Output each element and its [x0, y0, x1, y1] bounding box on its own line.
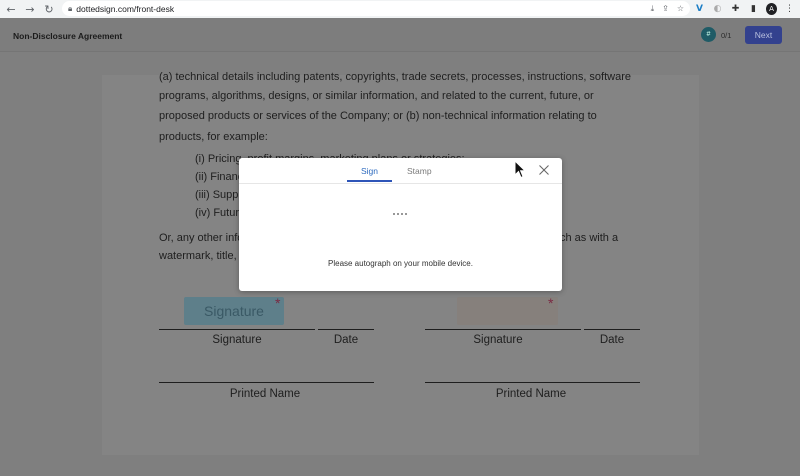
document-text-line: watermark, title, [159, 250, 237, 262]
document-text-line: products, for example: [159, 131, 268, 143]
document-title: Non-Disclosure Agreement [13, 31, 123, 41]
loading-spinner-icon [393, 213, 407, 215]
printed-name-line [425, 382, 640, 383]
next-button[interactable]: Next [745, 26, 782, 44]
install-icon[interactable]: ⤓ [651, 4, 655, 14]
lock-icon: 🔒︎ [68, 3, 73, 13]
document-list-item: (iv) Futur [195, 207, 239, 219]
required-marker: * [548, 295, 554, 311]
puzzle-extensions-icon[interactable]: ✚ [730, 4, 741, 14]
forward-icon[interactable]: → [22, 1, 38, 17]
vuejs-extension-icon[interactable]: V [694, 4, 705, 14]
address-bar-actions: ⤓ ⇪ ☆ [651, 1, 684, 16]
field-progress-count: 0/1 [721, 31, 732, 40]
browser-toolbar: ← → ↻ 🔒︎ dottedsign.com/front-desk ⤓ ⇪ ☆… [0, 0, 800, 18]
sidebar-icon[interactable]: ▮ [748, 4, 759, 14]
browser-menu-icon[interactable]: ⋮ [784, 4, 795, 14]
required-marker: * [275, 295, 281, 311]
signature-field-empty[interactable] [457, 297, 558, 325]
url-text: dottedsign.com/front-desk [76, 3, 175, 14]
document-text-line: programs, algorithms, designs, or simila… [159, 90, 594, 102]
close-icon[interactable] [538, 164, 550, 176]
document-text-line: (a) technical details including patents,… [159, 71, 632, 83]
modal-message: Please autograph on your mobile device. [328, 259, 473, 268]
signature-label: Signature [473, 334, 523, 346]
share-icon[interactable]: ⇪ [662, 4, 669, 13]
date-label: Date [333, 334, 359, 346]
mouse-cursor-icon [514, 160, 526, 179]
extension-icon[interactable]: ◐ [712, 4, 723, 14]
bookmark-star-icon[interactable]: ☆ [677, 4, 684, 13]
signature-label: Signature [212, 334, 262, 346]
printed-name-line [159, 382, 374, 383]
app-header: Non-Disclosure Agreement # 0/1 Next [0, 18, 800, 52]
active-tab-indicator [347, 180, 392, 182]
printed-name-label: Printed Name [495, 388, 567, 400]
reload-icon[interactable]: ↻ [41, 1, 57, 17]
back-icon[interactable]: ← [3, 1, 19, 17]
signature-line [425, 329, 581, 330]
signature-line [159, 329, 315, 330]
date-line [584, 329, 640, 330]
date-label: Date [599, 334, 625, 346]
printed-name-label: Printed Name [229, 388, 301, 400]
tab-stamp[interactable]: Stamp [407, 166, 432, 176]
tab-sign[interactable]: Sign [361, 166, 378, 176]
modal-divider [239, 183, 562, 184]
document-text-line: proposed products or services of the Com… [159, 110, 597, 122]
document-list-item: (ii) Financ [195, 171, 244, 183]
address-bar[interactable]: 🔒︎ dottedsign.com/front-desk ⤓ ⇪ ☆ [62, 1, 690, 16]
date-line [318, 329, 374, 330]
document-text-line: Or, any other info [159, 232, 244, 244]
profile-avatar[interactable]: A [766, 3, 777, 15]
extensions-area: V ◐ ✚ ▮ A ⋮ [694, 1, 795, 17]
document-text-line: ch as with a [560, 232, 619, 244]
signature-field[interactable]: Signature [184, 297, 284, 325]
field-progress-icon: # [701, 27, 716, 42]
document-list-item: (iii) Supp [195, 189, 239, 201]
